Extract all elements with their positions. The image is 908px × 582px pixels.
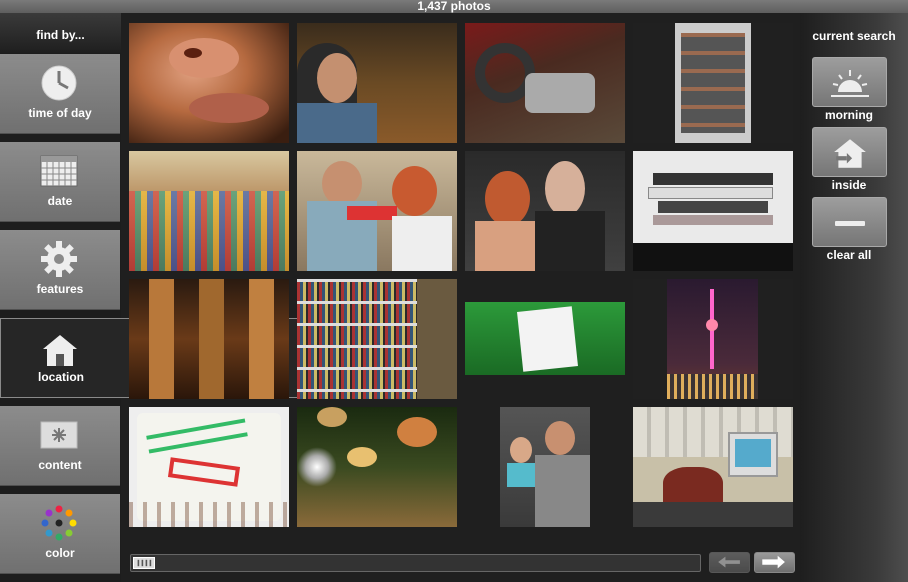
filter-time-of-day-button[interactable]: time of day: [0, 54, 120, 134]
asterisk-icon: [40, 421, 78, 449]
photo-thumbnail[interactable]: [633, 279, 793, 399]
scroll-thumb[interactable]: [133, 557, 155, 569]
house-icon: [43, 335, 77, 366]
arrow-left-icon: [718, 556, 740, 568]
filter-color-label: color: [45, 546, 75, 560]
search-chip-inside[interactable]: [812, 127, 887, 177]
photo-browser-app: 1,437 photos find by... time of day date: [0, 0, 908, 582]
photo-count: 1,437 photos: [417, 0, 491, 13]
color-wheel-icon: [41, 505, 77, 541]
search-chip-inside-label: inside: [831, 178, 867, 192]
photo-thumbnail[interactable]: [465, 23, 625, 143]
filter-date-label: date: [47, 194, 73, 208]
next-page-button[interactable]: [754, 552, 795, 573]
photo-thumbnail[interactable]: [297, 151, 457, 271]
sidebar-title: find by...: [0, 13, 121, 53]
minus-icon: [835, 221, 865, 226]
filter-date-button[interactable]: date: [0, 142, 120, 222]
photo-thumbnail[interactable]: [465, 407, 625, 527]
photo-thumbnail[interactable]: [633, 151, 793, 271]
photo-thumbnail[interactable]: [633, 23, 793, 143]
photo-thumbnail[interactable]: [297, 407, 457, 527]
calendar-icon: [40, 155, 78, 187]
clear-all-button[interactable]: [812, 197, 887, 247]
photo-thumbnail[interactable]: [465, 151, 625, 271]
filter-features-button[interactable]: features: [0, 230, 120, 310]
filter-location-button[interactable]: location: [1, 319, 121, 397]
photo-thumbnail[interactable]: [129, 151, 289, 271]
photo-thumbnail[interactable]: [129, 407, 289, 527]
sunrise-icon: [831, 70, 869, 97]
gear-icon: [41, 241, 77, 277]
filter-content-label: content: [38, 458, 82, 472]
previous-page-button[interactable]: [709, 552, 750, 573]
photo-thumbnail[interactable]: [297, 23, 457, 143]
photo-thumbnail[interactable]: [633, 407, 793, 527]
arrow-right-icon: [762, 555, 785, 569]
clear-all-label: clear all: [826, 248, 872, 262]
clock-icon: [41, 65, 77, 101]
filter-color-button[interactable]: color: [0, 494, 120, 574]
search-chip-morning[interactable]: [812, 57, 887, 107]
house-inside-icon: [834, 139, 866, 168]
search-chip-morning-label: morning: [825, 108, 873, 122]
filter-features-label: features: [36, 282, 84, 296]
photo-thumbnail[interactable]: [129, 23, 289, 143]
photo-thumbnail[interactable]: [297, 279, 457, 399]
photo-thumbnail[interactable]: [129, 279, 289, 399]
photo-thumbnail[interactable]: [465, 279, 625, 399]
filter-location-label: location: [37, 370, 84, 384]
grip-icon: [137, 559, 152, 567]
filter-time-of-day-label: time of day: [28, 106, 92, 120]
photo-count-bar: 1,437 photos: [0, 0, 908, 13]
current-search-title: current search: [812, 29, 896, 43]
grid-scrollbar[interactable]: [130, 554, 701, 572]
filter-content-button[interactable]: content: [0, 406, 120, 486]
